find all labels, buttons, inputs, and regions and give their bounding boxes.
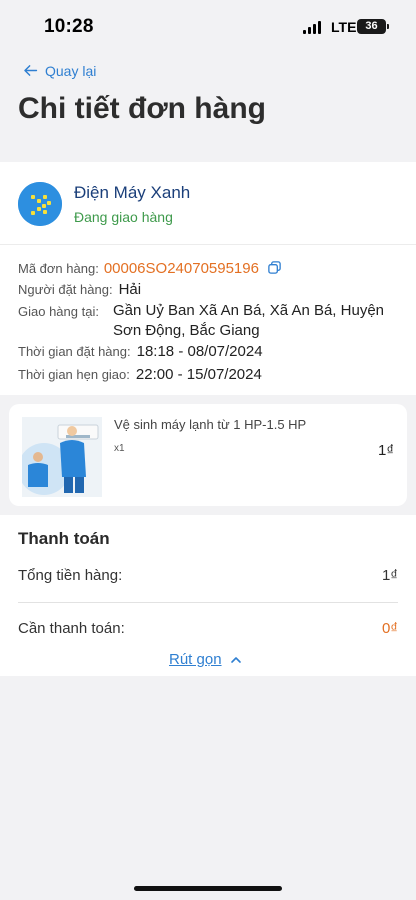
delivery-time-label: Thời gian hẹn giao: <box>18 367 130 382</box>
customer-label: Người đặt hàng: <box>18 282 113 297</box>
network-type: LTE <box>331 19 357 35</box>
order-time-row: Thời gian đặt hàng: 18:18 - 08/07/2024 <box>18 343 263 360</box>
signal-icon <box>303 21 321 34</box>
collapse-label: Rút gọn <box>169 651 222 668</box>
store-name: Điện Máy Xanh <box>74 183 191 202</box>
arrow-left-icon <box>24 65 38 76</box>
address-label: Giao hàng tại: <box>18 304 99 319</box>
order-code-label: Mã đơn hàng: <box>18 261 99 276</box>
store-logo <box>18 182 62 226</box>
delivery-time-row: Thời gian hẹn giao: 22:00 - 15/07/2024 <box>18 366 262 383</box>
delivery-address: Gần Uỷ Ban Xã An Bá, Xã An Bá, Huyện Sơn… <box>113 302 385 339</box>
copy-icon[interactable] <box>267 260 282 275</box>
status-time: 10:28 <box>44 16 94 37</box>
order-code-row: Mã đơn hàng: 00006SO24070595196 <box>18 258 282 277</box>
order-time-label: Thời gian đặt hàng: <box>18 344 131 359</box>
page-title: Chi tiết đơn hàng <box>18 92 266 125</box>
delivery-time: 22:00 - 15/07/2024 <box>135 366 262 383</box>
subtotal-label: Tổng tiền hàng: <box>18 567 123 584</box>
product-name: Vệ sinh máy lạnh từ 1 HP-1.5 HP <box>114 417 307 432</box>
order-time: 18:18 - 08/07/2024 <box>136 343 263 360</box>
product-quantity: x1 <box>114 443 125 454</box>
chevron-up-icon <box>230 656 241 663</box>
address-label-row: Giao hàng tại: <box>18 304 99 319</box>
back-label: Quay lại <box>45 62 97 79</box>
amount-due-value: 0₫ <box>381 620 398 637</box>
battery-tip <box>387 24 389 29</box>
status-bar: 10:28 LTE 36 <box>0 0 416 54</box>
home-indicator[interactable] <box>134 886 282 891</box>
product-price: 1₫ <box>378 442 395 459</box>
order-info-card <box>0 162 416 395</box>
customer-name: Hải <box>118 281 142 298</box>
divider <box>18 602 398 603</box>
battery-icon: 36 <box>357 19 386 34</box>
subtotal-value: 1₫ <box>381 567 398 584</box>
customer-row: Người đặt hàng: Hải <box>18 281 141 298</box>
product-image <box>22 417 102 497</box>
payment-title: Thanh toán <box>18 529 110 548</box>
divider <box>0 244 416 245</box>
collapse-button[interactable]: Rút gọn <box>169 651 242 668</box>
amount-due-label: Cần thanh toán: <box>18 620 125 637</box>
delivery-status: Đang giao hàng <box>74 209 173 225</box>
order-code: 00006SO24070595196 <box>103 260 259 277</box>
back-button[interactable]: Quay lại <box>22 62 96 79</box>
